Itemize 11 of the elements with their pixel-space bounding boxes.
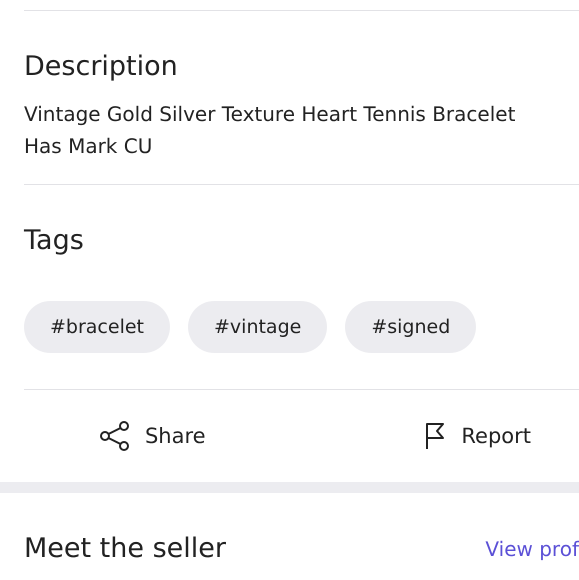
report-button[interactable]: Report <box>280 421 579 451</box>
tag-chip[interactable]: #vintage <box>188 301 328 353</box>
section-heading: Tags <box>24 224 85 258</box>
tag-chip[interactable]: #signed <box>345 301 476 353</box>
tag-chip[interactable]: #bracelet <box>24 301 170 353</box>
section-heading: Meet the seller <box>24 532 226 566</box>
share-icon <box>98 420 131 452</box>
description-text: Vintage Gold Silver Texture Heart Tennis Bracelet Has Mark CU <box>24 101 516 160</box>
section-heading: Description <box>24 50 179 84</box>
share-button[interactable]: Share <box>0 419 280 453</box>
view-profile-link[interactable]: View prof <box>485 537 579 561</box>
